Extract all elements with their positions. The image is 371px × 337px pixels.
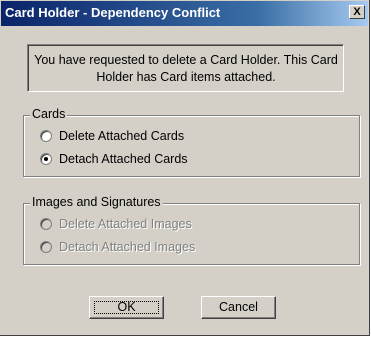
images-group-legend: Images and Signatures [30, 195, 163, 209]
detach-attached-images-label: Detach Attached Images [59, 240, 196, 254]
detach-attached-images-radio [40, 241, 52, 253]
close-button[interactable]: X [349, 5, 365, 19]
detach-attached-cards-radio[interactable] [40, 153, 52, 165]
ok-button[interactable]: OK [89, 296, 164, 319]
cards-group: Cards Delete Attached Cards Detach Attac… [23, 107, 360, 177]
close-icon: X [353, 6, 361, 18]
delete-attached-images-label: Delete Attached Images [59, 217, 192, 231]
dependency-conflict-dialog: Card Holder - Dependency Conflict X You … [0, 0, 370, 336]
radio-selected-dot-icon [44, 157, 48, 161]
cards-group-legend: Cards [30, 107, 68, 121]
delete-attached-cards-option[interactable]: Delete Attached Cards [40, 128, 184, 144]
message-panel: You have requested to delete a Card Hold… [27, 44, 344, 92]
window-title: Card Holder - Dependency Conflict [5, 5, 221, 20]
delete-attached-images-option: Delete Attached Images [40, 216, 192, 232]
detach-attached-images-option: Detach Attached Images [40, 239, 195, 255]
cancel-button[interactable]: Cancel [201, 296, 276, 319]
detach-attached-cards-option[interactable]: Detach Attached Cards [40, 151, 188, 167]
delete-attached-cards-label[interactable]: Delete Attached Cards [59, 129, 184, 143]
message-text: You have requested to delete a Card Hold… [34, 53, 338, 84]
detach-attached-cards-label[interactable]: Detach Attached Cards [59, 152, 188, 166]
title-bar[interactable]: Card Holder - Dependency Conflict X [1, 1, 368, 26]
images-signatures-group: Images and Signatures Delete Attached Im… [23, 195, 360, 265]
delete-attached-images-radio [40, 218, 52, 230]
delete-attached-cards-radio[interactable] [40, 130, 52, 142]
